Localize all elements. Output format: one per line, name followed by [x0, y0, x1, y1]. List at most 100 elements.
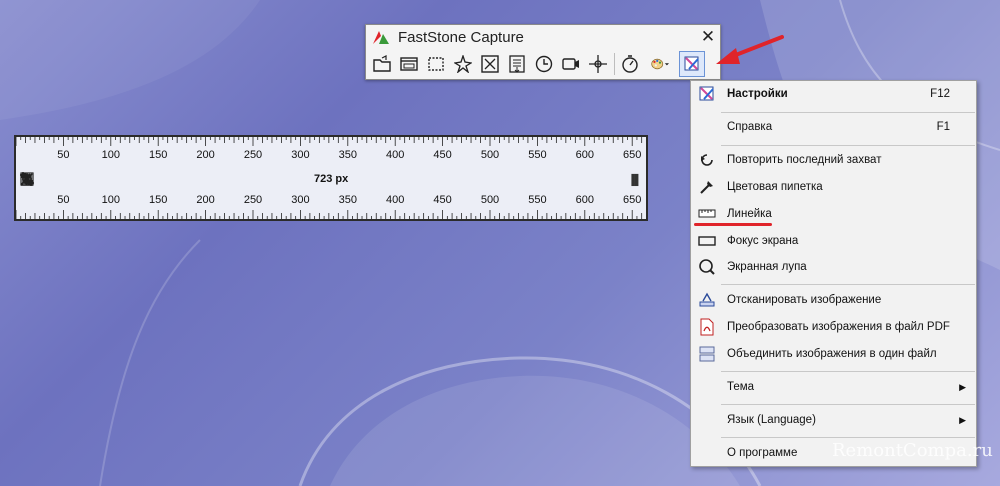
capture-freehand-icon[interactable]	[452, 52, 474, 76]
menu-item-shortcut: F12	[930, 88, 950, 100]
menu-item-combine-images[interactable]: Объединить изображения в один файл	[691, 342, 976, 366]
open-icon[interactable]	[371, 52, 393, 76]
ruler-close-icon[interactable]	[21, 172, 197, 188]
menu-separator	[721, 437, 975, 438]
faststone-logo-icon	[373, 31, 389, 44]
ruler-label-bottom: 250	[243, 194, 263, 206]
eyedropper-icon	[697, 177, 717, 197]
faststone-toolbar-window[interactable]: FastStone Capture ✕	[365, 24, 721, 80]
ruler-label-top: 50	[57, 149, 70, 161]
ruler-length-readout: 723 px	[314, 173, 349, 185]
timer-icon[interactable]	[619, 52, 641, 76]
ruler-label-bottom: 500	[480, 194, 500, 206]
menu-item-convert-pdf[interactable]: Преобразовать изображения в файл PDF	[691, 315, 976, 339]
menu-item-shortcut: F1	[936, 121, 950, 133]
ruler-label-top: 600	[575, 149, 594, 161]
ruler-label-top: 500	[480, 149, 500, 161]
ruler-label-bottom: 350	[338, 194, 357, 206]
menu-item-repeat-last-capture[interactable]: Повторить последний захват	[691, 148, 976, 172]
pdf-icon	[697, 317, 717, 337]
screen-recorder-icon[interactable]	[560, 52, 582, 76]
ruler-icon	[697, 204, 717, 224]
menu-item-theme[interactable]: Тема ▶	[691, 375, 976, 399]
ruler-label-top: 550	[528, 149, 547, 161]
ruler-orientation-icon[interactable]	[22, 172, 59, 188]
ruler-diagonal-icon[interactable]	[21, 172, 105, 188]
settings-icon[interactable]	[679, 51, 705, 77]
menu-item-label: Настройки	[727, 88, 788, 100]
ruler-label-top: 400	[386, 149, 405, 161]
menu-item-label: Экранная лупа	[727, 261, 807, 273]
menu-item-label: Отсканировать изображение	[727, 294, 882, 306]
combine-images-icon	[697, 344, 717, 364]
menu-item-label: Повторить последний захват	[727, 154, 882, 166]
menu-item-label: Справка	[727, 121, 773, 133]
menu-separator	[721, 404, 975, 405]
ruler-label-top: 650	[623, 149, 642, 161]
ruler-label-bottom: 300	[291, 194, 310, 206]
menu-item-magnifier[interactable]: Экранная лупа	[691, 255, 976, 279]
menu-separator	[721, 145, 975, 146]
title-bar[interactable]: FastStone Capture ✕	[366, 25, 720, 49]
repeat-icon	[697, 150, 717, 170]
ruler-label-top: 100	[101, 149, 120, 161]
screen-ruler[interactable]: 50 50 100 100 150 150 200 200 250 250 300 300 350 350…	[14, 135, 648, 221]
ruler-label-bottom: 600	[575, 194, 594, 206]
settings-icon	[697, 84, 717, 104]
delayed-capture-icon[interactable]	[533, 52, 555, 76]
crosshair-icon[interactable]	[587, 52, 609, 76]
ruler-center-icon[interactable]	[20, 172, 151, 188]
menu-item-help[interactable]: Справка F1	[691, 115, 976, 139]
palette-icon[interactable]	[646, 52, 674, 76]
magnifier-icon	[697, 257, 717, 277]
capture-scrolling-icon[interactable]	[506, 52, 528, 76]
pointer-arrow-annotation	[716, 35, 784, 64]
ruler-label-bottom: 50	[57, 194, 70, 206]
ruler-minimize-icon[interactable]	[22, 172, 174, 188]
menu-separator	[721, 284, 975, 285]
ruler-label-bottom: 200	[196, 194, 215, 206]
toolbar-separator	[614, 53, 615, 75]
capture-fullscreen-icon[interactable]	[479, 52, 501, 76]
capture-rectangle-icon[interactable]	[425, 52, 447, 76]
capture-window-icon[interactable]	[398, 52, 420, 76]
menu-item-language[interactable]: Язык (Language) ▶	[691, 408, 976, 432]
menu-item-label: Цветовая пипетка	[727, 181, 823, 193]
ruler-label-top: 450	[433, 149, 452, 161]
ruler-item-underline-annotation	[694, 223, 772, 226]
ruler-controls	[20, 172, 204, 188]
ruler-label-bottom: 550	[528, 194, 547, 206]
scanner-icon	[697, 290, 717, 310]
ruler-label-top: 300	[291, 149, 310, 161]
screen-focus-icon	[697, 231, 717, 251]
ruler-label-top: 150	[149, 149, 168, 161]
menu-separator	[721, 112, 975, 113]
menu-item-label: Фокус экрана	[727, 235, 799, 247]
menu-item-label: Объединить изображения в один файл	[727, 348, 937, 360]
ruler-label-bottom: 450	[433, 194, 452, 206]
ruler-label-bottom: 400	[386, 194, 405, 206]
ruler-angle-icon[interactable]	[20, 172, 128, 188]
submenu-arrow-icon: ▶	[959, 381, 966, 392]
ruler-label-top: 350	[338, 149, 357, 161]
menu-item-label: Язык (Language)	[727, 414, 816, 426]
menu-item-label: Тема	[727, 381, 755, 393]
ruler-right-grip-icon[interactable]: ▐▌	[628, 175, 642, 186]
ruler-label-bottom: 150	[149, 194, 168, 206]
ruler-label-top: 250	[243, 149, 263, 161]
menu-item-scan[interactable]: Отсканировать изображение	[691, 288, 976, 312]
menu-item-color-picker[interactable]: Цветовая пипетка	[691, 175, 976, 199]
menu-item-screen-focus[interactable]: Фокус экрана	[691, 229, 976, 253]
ruler-label-top: 200	[196, 149, 215, 161]
ruler-label-bottom: 650	[623, 194, 642, 206]
capture-toolbar	[366, 49, 720, 79]
ruler-label-bottom: 100	[101, 194, 120, 206]
submenu-arrow-icon: ▶	[959, 414, 966, 425]
menu-item-label: О программе	[727, 447, 798, 459]
menu-item-label: Линейка	[727, 208, 772, 220]
menu-item-settings[interactable]: Настройки F12	[691, 82, 976, 106]
settings-context-menu: Настройки F12 Справка F1 Повторить после…	[690, 80, 977, 467]
ruler-crop-icon[interactable]	[20, 172, 82, 188]
menu-item-label: Преобразовать изображения в файл PDF	[727, 321, 950, 333]
window-title: FastStone Capture	[398, 28, 524, 46]
